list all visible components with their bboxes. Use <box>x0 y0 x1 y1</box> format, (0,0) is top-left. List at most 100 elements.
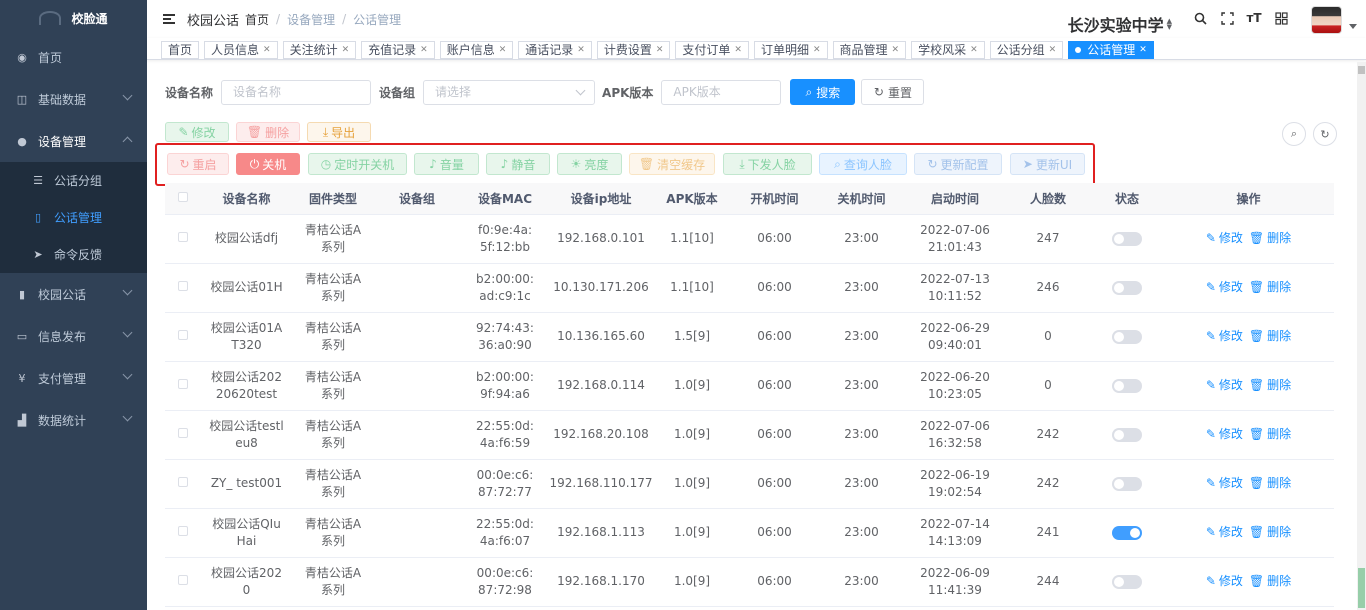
close-icon[interactable]: ✕ <box>263 42 271 58</box>
status-toggle[interactable] <box>1112 329 1142 344</box>
checkbox[interactable] <box>177 477 188 487</box>
row-edit-button[interactable]: ✎ 修改 <box>1206 279 1243 296</box>
close-icon[interactable]: ✕ <box>1049 42 1057 58</box>
checkbox[interactable] <box>177 526 188 536</box>
close-icon[interactable]: ✕ <box>656 42 664 58</box>
tab-2[interactable]: 关注统计 ✕ <box>282 41 357 59</box>
row-edit-button[interactable]: ✎ 修改 <box>1206 328 1243 345</box>
row-checkbox[interactable] <box>165 410 200 460</box>
row-delete-button[interactable]: 🗑 删除 <box>1249 426 1291 443</box>
tab-12[interactable]: 公话管理 ✕ <box>1068 41 1154 59</box>
search-button[interactable]: ⌕ 搜索 <box>790 79 856 105</box>
tab-9[interactable]: 商品管理 ✕ <box>832 41 907 59</box>
close-icon[interactable]: ✕ <box>499 42 507 58</box>
row-checkbox[interactable] <box>165 214 200 264</box>
sidebar-item-device-mgmt[interactable]: ● 设备管理 <box>0 120 147 162</box>
tab-3[interactable]: 充值记录 ✕ <box>361 41 435 59</box>
tab-8[interactable]: 订单明细 ✕ <box>753 41 828 59</box>
sidebar-item-payment[interactable]: ¥ 支付管理 <box>0 357 147 399</box>
status-toggle[interactable] <box>1112 280 1142 295</box>
status-toggle[interactable] <box>1112 525 1142 540</box>
close-icon[interactable]: ✕ <box>734 42 742 58</box>
edit-button[interactable]: ✎ 修改 <box>165 122 229 142</box>
row-edit-button[interactable]: ✎ 修改 <box>1206 230 1243 247</box>
sidebar-item-statistics[interactable]: ▟ 数据统计 <box>0 399 147 441</box>
tab-10[interactable]: 学校风采 ✕ <box>911 41 985 59</box>
checkbox[interactable] <box>177 379 188 389</box>
breadcrumb-home[interactable]: 首页 <box>245 11 269 28</box>
row-checkbox[interactable] <box>165 263 200 313</box>
select-all-checkbox[interactable] <box>165 183 200 215</box>
scrollbar-thumb[interactable] <box>1358 568 1365 608</box>
tab-1[interactable]: 人员信息 ✕ <box>204 41 278 59</box>
sidebar-item-phone-groups[interactable]: ☰ 公话分组 <box>0 162 147 199</box>
row-delete-button[interactable]: 🗑 删除 <box>1249 475 1291 492</box>
tab-0[interactable]: 首页 <box>161 41 200 59</box>
tab-11[interactable]: 公话分组 ✕ <box>989 41 1064 59</box>
row-delete-button[interactable]: 🗑 删除 <box>1249 524 1291 541</box>
export-button[interactable]: ⤓ 导出 <box>307 122 371 142</box>
sidebar-item-info-publish[interactable]: ▭ 信息发布 <box>0 315 147 357</box>
sidebar-item-phone-mgmt[interactable]: ▯ 公话管理 <box>0 199 147 236</box>
close-icon[interactable]: ✕ <box>813 42 821 58</box>
checkbox[interactable] <box>177 575 188 585</box>
checkbox[interactable] <box>177 232 188 242</box>
update-ui-button[interactable]: ➤ 更新UI <box>1010 153 1085 175</box>
caret-down-icon[interactable] <box>1349 24 1357 29</box>
device-group-select[interactable]: 请选择 <box>423 79 596 105</box>
row-checkbox[interactable] <box>165 557 200 607</box>
fullscreen-icon[interactable] <box>1220 11 1234 25</box>
sidebar-item-basic-data[interactable]: ◫ 基础数据 <box>0 78 147 120</box>
tab-7[interactable]: 支付订单 ✕ <box>675 41 749 59</box>
row-checkbox[interactable] <box>165 361 200 411</box>
checkbox[interactable] <box>177 330 188 340</box>
row-checkbox[interactable] <box>165 312 200 362</box>
update-config-button[interactable]: ↻ 更新配置 <box>914 153 1002 175</box>
query-face-button[interactable]: ⌕ 查询人脸 <box>819 153 907 175</box>
device-name-input[interactable]: 设备名称 <box>221 79 372 105</box>
school-selector[interactable]: 长沙实验中学 ▲ ▼ <box>1068 12 1172 36</box>
search-toggle-icon[interactable]: ⌕ <box>1282 122 1306 146</box>
close-icon[interactable]: ✕ <box>577 42 585 58</box>
status-toggle[interactable] <box>1112 427 1142 442</box>
close-icon[interactable]: ✕ <box>970 42 978 58</box>
row-checkbox[interactable] <box>165 459 200 509</box>
avatar[interactable] <box>1311 6 1342 34</box>
row-delete-button[interactable]: 🗑 删除 <box>1249 230 1291 247</box>
checkbox[interactable] <box>177 428 188 438</box>
row-delete-button[interactable]: 🗑 删除 <box>1249 279 1291 296</box>
status-toggle[interactable] <box>1112 476 1142 491</box>
scrollbar[interactable] <box>1357 62 1366 610</box>
status-toggle[interactable] <box>1112 231 1142 246</box>
reset-button[interactable]: ↻ 重置 <box>861 79 925 105</box>
clear-cache-button[interactable]: 🗑 清空缓存 <box>629 153 715 175</box>
brightness-button[interactable]: ☀ 亮度 <box>557 153 622 175</box>
row-edit-button[interactable]: ✎ 修改 <box>1206 475 1243 492</box>
timer-button[interactable]: ◷ 定时开关机 <box>308 153 407 175</box>
row-edit-button[interactable]: ✎ 修改 <box>1206 426 1243 443</box>
tab-5[interactable]: 通话记录 ✕ <box>518 41 592 59</box>
font-size-icon[interactable]: тT <box>1246 11 1261 25</box>
push-face-button[interactable]: ⤓ 下发人脸 <box>723 153 812 175</box>
status-toggle[interactable] <box>1112 574 1142 589</box>
close-icon[interactable]: ✕ <box>420 42 428 58</box>
close-icon[interactable]: ✕ <box>892 42 900 58</box>
volume-button[interactable]: ♪ 音量 <box>414 153 479 175</box>
row-delete-button[interactable]: 🗑 删除 <box>1249 328 1291 345</box>
sidebar-item-command-feedback[interactable]: ➤ 命令反馈 <box>0 236 147 273</box>
mute-button[interactable]: ♪ 静音 <box>486 153 550 175</box>
layout-grid-icon[interactable] <box>1274 11 1288 25</box>
checkbox[interactable] <box>177 192 188 203</box>
tab-6[interactable]: 计费设置 ✕ <box>596 41 671 59</box>
row-delete-button[interactable]: 🗑 删除 <box>1249 573 1291 590</box>
sidebar-item-home[interactable]: ◉ 首页 <box>0 36 147 78</box>
tab-4[interactable]: 账户信息 ✕ <box>439 41 514 59</box>
row-delete-button[interactable]: 🗑 删除 <box>1249 377 1291 394</box>
sidebar-item-campus-phone[interactable]: ▮ 校园公话 <box>0 273 147 315</box>
row-edit-button[interactable]: ✎ 修改 <box>1206 524 1243 541</box>
row-checkbox[interactable] <box>165 508 200 558</box>
row-edit-button[interactable]: ✎ 修改 <box>1206 573 1243 590</box>
refresh-icon[interactable]: ↻ <box>1313 122 1337 146</box>
search-icon[interactable] <box>1193 11 1207 25</box>
close-icon[interactable]: ✕ <box>1139 42 1147 58</box>
